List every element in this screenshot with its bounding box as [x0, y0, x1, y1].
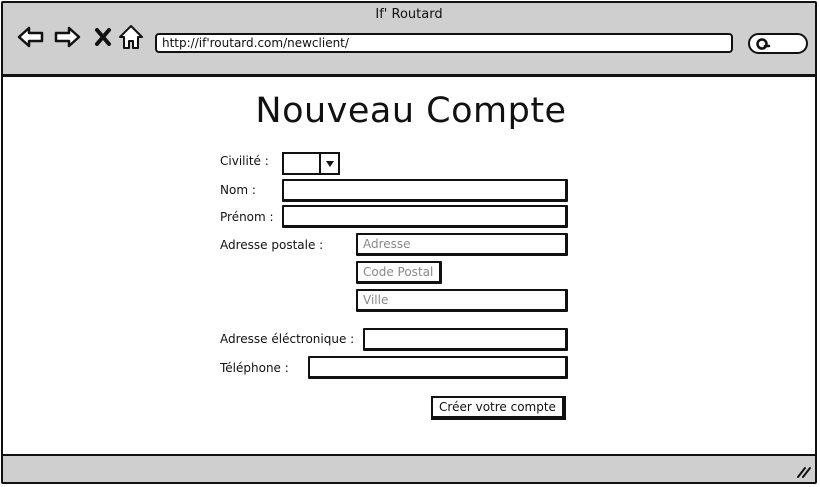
status-bar	[3, 454, 815, 482]
adresse-postale-label: Adresse postale :	[220, 238, 324, 252]
back-arrow-icon[interactable]	[17, 23, 45, 51]
forward-arrow-icon[interactable]	[53, 23, 81, 51]
code-postal-field[interactable]	[356, 261, 442, 284]
prenom-field[interactable]	[282, 205, 568, 228]
url-bar[interactable]: http://if'routard.com/newclient/	[155, 33, 733, 53]
browser-toolbar: If' Routard http://if'routard.com/newcli…	[3, 3, 815, 77]
prenom-label: Prénom :	[220, 210, 274, 224]
ville-field[interactable]	[356, 289, 568, 312]
civilite-select[interactable]	[282, 152, 340, 175]
browser-window: If' Routard http://if'routard.com/newcli…	[1, 1, 817, 484]
telephone-field[interactable]	[308, 356, 568, 379]
civilite-label: Civilité :	[220, 154, 269, 168]
home-icon[interactable]	[117, 23, 145, 51]
close-x-icon[interactable]	[89, 23, 117, 51]
search-field[interactable]	[748, 33, 808, 54]
adresse-field[interactable]	[356, 233, 568, 256]
nom-field[interactable]	[282, 179, 568, 202]
nom-label: Nom :	[220, 183, 256, 197]
create-account-button[interactable]: Créer votre compte	[431, 396, 566, 420]
telephone-label: Téléphone :	[220, 361, 289, 375]
window-title: If' Routard	[375, 7, 443, 22]
resize-grip-icon[interactable]	[795, 465, 811, 479]
email-field[interactable]	[363, 328, 568, 351]
search-icon	[756, 38, 771, 50]
chevron-down-icon	[319, 154, 338, 173]
page-title: Nouveau Compte	[255, 91, 567, 131]
email-label: Adresse éléctronique :	[220, 332, 355, 346]
